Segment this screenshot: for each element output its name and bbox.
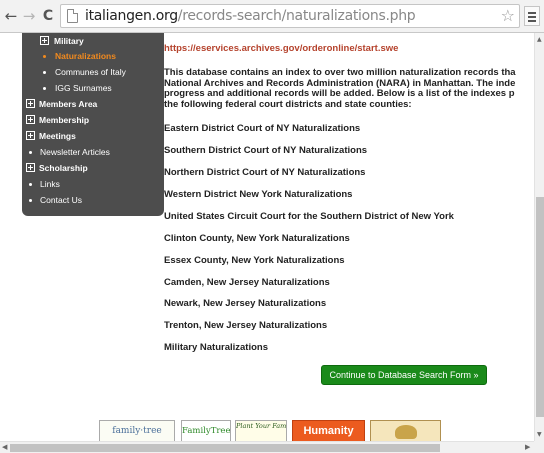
sidebar-item-links[interactable]: Links: [22, 176, 164, 192]
intro-line: This database contains an index to over …: [164, 67, 516, 78]
sidebar-item-label: Newsletter Articles: [40, 147, 110, 157]
order-online-link[interactable]: https://eservices.archives.gov/orderonli…: [164, 43, 398, 54]
url-path: /records-search/naturalizations.php: [177, 8, 416, 24]
sidebar-item-label: Meetings: [39, 131, 76, 141]
court-link[interactable]: Western District New York Naturalization…: [164, 189, 352, 200]
bullet-icon: [43, 55, 46, 58]
sidebar-item-label: Members Area: [39, 99, 98, 109]
expand-plus-icon[interactable]: [40, 36, 49, 45]
bullet-icon: [29, 199, 32, 202]
forward-arrow-icon[interactable]: →: [21, 8, 37, 24]
back-arrow-icon[interactable]: ←: [3, 8, 19, 24]
familytree-magazine-banner[interactable]: FamilyTree: [181, 420, 231, 442]
horizontal-scrollbar[interactable]: ◀ ▶: [0, 441, 534, 453]
expand-plus-icon[interactable]: [26, 131, 35, 140]
court-link[interactable]: Military Naturalizations: [164, 342, 268, 353]
sidebar-item-label: Communes of Italy: [55, 67, 126, 77]
browser-toolbar: ← → C italiangen.org/records-search/natu…: [0, 0, 544, 33]
page-icon: [67, 9, 78, 23]
sidebar-item-igg-surnames[interactable]: IGG Surnames: [22, 80, 164, 96]
expand-plus-icon[interactable]: [26, 163, 35, 172]
plant-family-tree-banner[interactable]: Plant Your Family Tree: [235, 420, 287, 442]
reload-icon[interactable]: C: [40, 8, 56, 24]
intro-paragraph: This database contains an index to over …: [164, 67, 534, 110]
intro-line: progress and additional records will be …: [164, 88, 515, 99]
url-text[interactable]: italiangen.org/records-search/naturaliza…: [85, 8, 416, 25]
browser-menu-icon[interactable]: [524, 6, 540, 26]
sidebar-item-label: Naturalizations: [55, 51, 116, 61]
court-link[interactable]: Camden, New Jersey Naturalizations: [164, 277, 330, 288]
sidebar-item-scholarship[interactable]: Scholarship: [22, 160, 164, 176]
scroll-left-arrow-icon[interactable]: ◀: [2, 443, 7, 451]
sidebar-item-members-area[interactable]: Members Area: [22, 96, 164, 112]
horizontal-scroll-thumb[interactable]: [10, 444, 440, 452]
vertical-scroll-thumb[interactable]: [536, 197, 544, 417]
scroll-right-arrow-icon[interactable]: ▶: [525, 443, 530, 451]
vertical-scrollbar[interactable]: ▲ ▼: [534, 33, 544, 441]
scroll-down-arrow-icon[interactable]: ▼: [537, 431, 542, 438]
sidebar-item-label: Military: [54, 36, 84, 46]
bullet-icon: [43, 71, 46, 74]
url-host: italiangen.org: [85, 8, 178, 24]
court-link[interactable]: Eastern District Court of NY Naturalizat…: [164, 123, 360, 134]
bookmark-star-icon[interactable]: ☆: [501, 6, 515, 25]
bullet-icon: [29, 151, 32, 154]
court-link[interactable]: Newark, New Jersey Naturalizations: [164, 298, 326, 309]
sidebar-item-label: IGG Surnames: [55, 83, 112, 93]
court-link[interactable]: Clinton County, New York Naturalizations: [164, 233, 350, 244]
crest-icon: [395, 425, 417, 439]
address-bar[interactable]: italiangen.org/records-search/naturaliza…: [60, 4, 520, 28]
sidebar-item-label: Scholarship: [39, 163, 88, 173]
intro-line: the following federal court districts an…: [164, 98, 412, 110]
expand-plus-icon[interactable]: [26, 99, 35, 108]
sidebar-item-meetings[interactable]: Meetings: [22, 128, 164, 144]
sidebar-item-communes-of-italy[interactable]: Communes of Italy: [22, 64, 164, 80]
humanity-banner[interactable]: Humanity: [292, 420, 365, 442]
court-link[interactable]: Southern District Court of NY Naturaliza…: [164, 145, 367, 156]
crest-banner[interactable]: [370, 420, 441, 442]
familytree-banner[interactable]: family·tree: [99, 420, 175, 442]
sidebar-item-label: Membership: [39, 115, 90, 125]
court-link[interactable]: United States Circuit Court for the Sout…: [164, 211, 454, 222]
sidebar-nav: Military Naturalizations Communes of Ita…: [22, 33, 164, 216]
sidebar-item-label: Contact Us: [40, 195, 83, 205]
sidebar-item-newsletter-articles[interactable]: Newsletter Articles: [22, 144, 164, 160]
sidebar-item-label: Links: [40, 179, 60, 189]
main-content: https://eservices.archives.gov/orderonli…: [164, 33, 534, 403]
sidebar-item-contact-us[interactable]: Contact Us: [22, 192, 164, 208]
court-link[interactable]: Essex County, New York Naturalizations: [164, 255, 345, 266]
expand-plus-icon[interactable]: [26, 115, 35, 124]
scrollbar-corner: [534, 441, 544, 453]
court-link[interactable]: Trenton, New Jersey Naturalizations: [164, 320, 327, 331]
sidebar-item-membership[interactable]: Membership: [22, 112, 164, 128]
scroll-up-arrow-icon[interactable]: ▲: [537, 36, 542, 43]
sidebar-item-military[interactable]: Military: [22, 33, 164, 49]
bullet-icon: [43, 87, 46, 90]
bullet-icon: [29, 183, 32, 186]
sidebar-item-naturalizations[interactable]: Naturalizations: [22, 48, 164, 64]
court-link[interactable]: Northern District Court of NY Naturaliza…: [164, 167, 365, 178]
continue-search-button[interactable]: Continue to Database Search Form »: [321, 365, 487, 385]
